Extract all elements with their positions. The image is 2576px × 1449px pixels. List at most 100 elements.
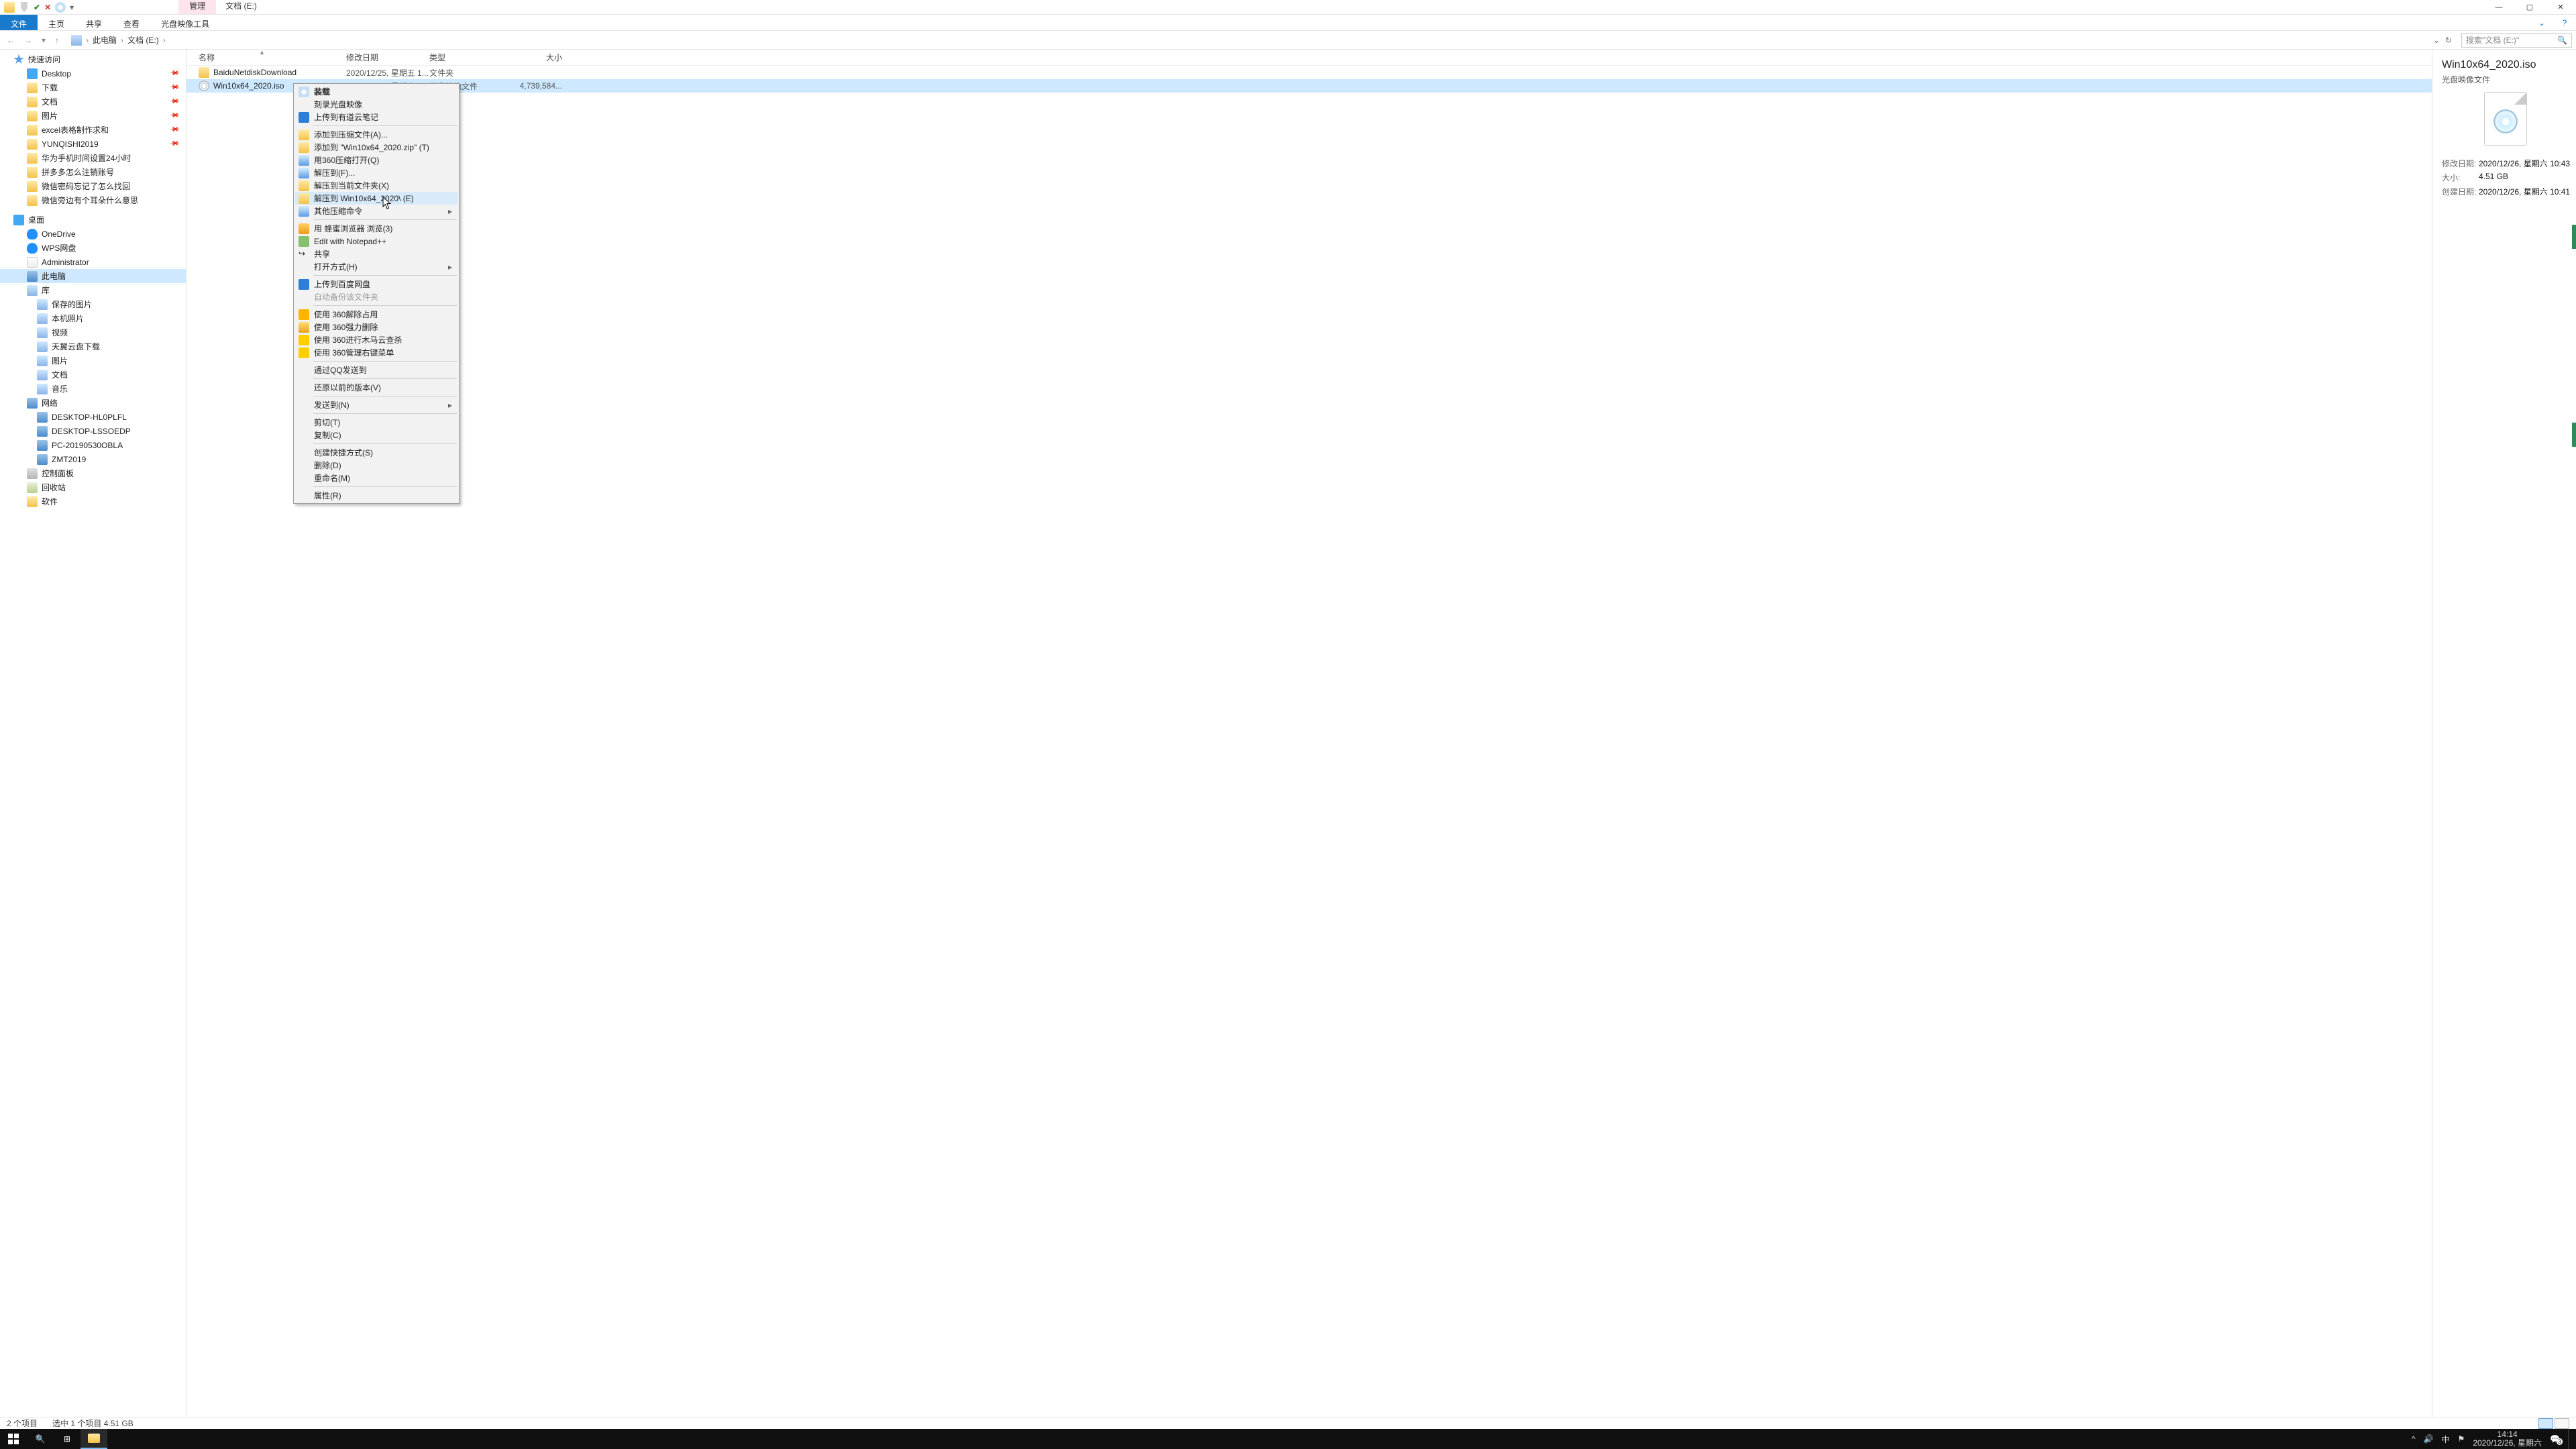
column-size[interactable]: 大小 bbox=[499, 52, 562, 63]
tree-lib-item[interactable]: 视频 bbox=[0, 325, 186, 339]
start-button[interactable] bbox=[0, 1429, 27, 1449]
column-type[interactable]: 类型 bbox=[429, 52, 499, 63]
column-date[interactable]: 修改日期 bbox=[346, 52, 429, 63]
ctx-share[interactable]: ↪共享 bbox=[295, 248, 458, 260]
file-row[interactable]: BaiduNetdiskDownload 2020/12/25, 星期五 1..… bbox=[186, 66, 2432, 79]
close-button[interactable]: ✕ bbox=[2545, 0, 2576, 14]
ctx-notepad-plus-plus[interactable]: Edit with Notepad++ bbox=[295, 235, 458, 248]
tree-net-item[interactable]: ZMT2019 bbox=[0, 452, 186, 466]
refresh-icon[interactable]: ↻ bbox=[2445, 36, 2452, 45]
tray-volume-icon[interactable]: 🔊 bbox=[2424, 1434, 2434, 1444]
ctx-properties[interactable]: 属性(R) bbox=[295, 489, 458, 502]
tray-notifications-icon[interactable]: 💬3 bbox=[2550, 1434, 2560, 1444]
tray-security-icon[interactable]: ⚑ bbox=[2458, 1434, 2465, 1444]
tree-lib-item[interactable]: 天翼云盘下载 bbox=[0, 339, 186, 354]
ctx-restore-versions[interactable]: 还原以前的版本(V) bbox=[295, 381, 458, 394]
tree-quick-item[interactable]: 拼多多怎么注销账号 bbox=[0, 165, 186, 179]
tree-software[interactable]: 软件 bbox=[0, 494, 186, 508]
maximize-button[interactable]: ▢ bbox=[2514, 0, 2545, 14]
tree-lib-item[interactable]: 本机照片 bbox=[0, 311, 186, 325]
ctx-delete[interactable]: 删除(D) bbox=[295, 459, 458, 472]
ctx-baidu-upload[interactable]: 上传到百度网盘 bbox=[295, 278, 458, 290]
nav-forward-icon[interactable]: → bbox=[21, 36, 35, 45]
ctx-360-menu[interactable]: 使用 360管理右键菜单 bbox=[295, 346, 458, 359]
tree-admin[interactable]: Administrator bbox=[0, 255, 186, 269]
column-headers[interactable]: ▲ 名称 修改日期 类型 大小 bbox=[186, 50, 2432, 66]
breadcrumb-this-pc[interactable]: 此电脑› bbox=[93, 34, 123, 46]
tree-lib-item[interactable]: 图片 bbox=[0, 354, 186, 368]
tree-net-item[interactable]: PC-20190530OBLA bbox=[0, 438, 186, 452]
search-icon[interactable]: 🔍 bbox=[2557, 36, 2567, 45]
ctx-add-archive[interactable]: 添加到压缩文件(A)... bbox=[295, 128, 458, 141]
view-icons-button[interactable] bbox=[2555, 1418, 2569, 1429]
taskbar-explorer-button[interactable] bbox=[80, 1429, 107, 1449]
ctx-other-zip[interactable]: 其他压缩命令▸ bbox=[295, 205, 458, 217]
tree-recycle-bin[interactable]: 回收站 bbox=[0, 480, 186, 494]
ctx-rename[interactable]: 重命名(M) bbox=[295, 472, 458, 484]
ctx-bee-browser[interactable]: 用 蜂蜜浏览器 浏览(3) bbox=[295, 222, 458, 235]
minimize-button[interactable]: — bbox=[2483, 0, 2514, 14]
tray-overflow-icon[interactable]: ^ bbox=[2412, 1434, 2416, 1444]
ctx-cut[interactable]: 剪切(T) bbox=[295, 416, 458, 429]
ribbon-expand-icon[interactable]: ⌄ bbox=[2530, 15, 2553, 30]
nav-back-icon[interactable]: ← bbox=[4, 36, 17, 45]
tree-quick-item[interactable]: 微信密码忘记了怎么找回 bbox=[0, 179, 186, 193]
ctx-open-with[interactable]: 打开方式(H)▸ bbox=[295, 260, 458, 273]
address-dropdown-icon[interactable]: ⌄ bbox=[2433, 36, 2440, 45]
nav-history-icon[interactable]: ▾ bbox=[39, 36, 48, 45]
tree-quick-item[interactable]: 下载📌 bbox=[0, 80, 186, 95]
tree-this-pc[interactable]: 此电脑 bbox=[0, 269, 186, 283]
qat-close-icon[interactable]: ✕ bbox=[44, 3, 51, 12]
ctx-extract-here[interactable]: 解压到当前文件夹(X) bbox=[295, 179, 458, 192]
tray-ime-indicator[interactable]: 中 bbox=[2442, 1434, 2450, 1445]
tree-quick-item[interactable]: 文档📌 bbox=[0, 95, 186, 109]
ctx-open-360zip[interactable]: 用360压缩打开(Q) bbox=[295, 154, 458, 166]
tray-clock[interactable]: 14:14 2020/12/26, 星期六 bbox=[2473, 1430, 2542, 1448]
nav-up-icon[interactable]: ↑ bbox=[52, 36, 62, 45]
ribbon-tab-file[interactable]: 文件 bbox=[0, 15, 38, 30]
show-desktop-button[interactable] bbox=[2568, 1429, 2572, 1449]
ctx-create-shortcut[interactable]: 创建快捷方式(S) bbox=[295, 446, 458, 459]
breadcrumb-chevron-icon[interactable]: › bbox=[86, 36, 89, 45]
ctx-mount[interactable]: 装载 bbox=[295, 85, 458, 98]
address-bar[interactable]: › 此电脑› 文档 (E:)› ⌄ ↻ bbox=[67, 33, 2456, 48]
tree-quick-item[interactable]: 华为手机时间设置24小时 bbox=[0, 151, 186, 165]
tree-lib-item[interactable]: 音乐 bbox=[0, 382, 186, 396]
tree-net-item[interactable]: DESKTOP-HL0PLFL bbox=[0, 410, 186, 424]
tree-libraries[interactable]: 库 bbox=[0, 283, 186, 297]
ribbon-help-icon[interactable]: ? bbox=[2553, 15, 2576, 30]
ribbon-tab-disc-tools[interactable]: 光盘映像工具 bbox=[150, 15, 220, 30]
tree-quick-item[interactable]: 图片📌 bbox=[0, 109, 186, 123]
ctx-360-unlock[interactable]: 使用 360解除占用 bbox=[295, 308, 458, 321]
qat-new-folder-icon[interactable] bbox=[55, 2, 66, 13]
tree-desktop[interactable]: 桌面 bbox=[0, 213, 186, 227]
search-box[interactable]: 搜索"文档 (E:)" 🔍 bbox=[2461, 33, 2572, 48]
ctx-add-zip[interactable]: 添加到 "Win10x64_2020.zip" (T) bbox=[295, 141, 458, 154]
tree-lib-item[interactable]: 保存的图片 bbox=[0, 297, 186, 311]
qat-pin-icon[interactable] bbox=[19, 2, 30, 13]
ctx-burn[interactable]: 刻录光盘映像 bbox=[295, 98, 458, 111]
tree-quick-item[interactable]: YUNQISHI2019📌 bbox=[0, 137, 186, 151]
tree-net-item[interactable]: DESKTOP-LSSOEDP bbox=[0, 424, 186, 438]
ctx-extract-to[interactable]: 解压到(F)... bbox=[295, 166, 458, 179]
tree-quick-item[interactable]: excel表格制作求和📌 bbox=[0, 123, 186, 137]
tree-lib-item[interactable]: 文档 bbox=[0, 368, 186, 382]
tree-quick-access[interactable]: 快速访问 bbox=[0, 52, 186, 66]
tree-onedrive[interactable]: OneDrive bbox=[0, 227, 186, 241]
ctx-qq-send[interactable]: 通过QQ发送到 bbox=[295, 364, 458, 376]
column-name[interactable]: 名称 bbox=[199, 52, 346, 63]
ctx-send-to[interactable]: 发送到(N)▸ bbox=[295, 398, 458, 411]
nav-tree[interactable]: 快速访问 Desktop📌 下载📌 文档📌 图片📌 excel表格制作求和📌 Y… bbox=[0, 50, 186, 1417]
tree-wps[interactable]: WPS网盘 bbox=[0, 241, 186, 255]
ctx-extract-named[interactable]: 解压到 Win10x64_2020\ (E) bbox=[295, 192, 458, 205]
ctx-360-scan[interactable]: 使用 360进行木马云查杀 bbox=[295, 333, 458, 346]
qat-dropdown-icon[interactable]: ▾ bbox=[70, 3, 74, 12]
view-details-button[interactable] bbox=[2538, 1418, 2553, 1429]
breadcrumb-drive[interactable]: 文档 (E:)› bbox=[127, 34, 166, 46]
qat-check-icon[interactable]: ✔ bbox=[34, 3, 40, 12]
ribbon-tab-view[interactable]: 查看 bbox=[113, 15, 150, 30]
ribbon-tab-home[interactable]: 主页 bbox=[38, 15, 75, 30]
title-tab-manage[interactable]: 管理 bbox=[178, 0, 216, 14]
taskbar-taskview-button[interactable]: ⊞ bbox=[54, 1429, 80, 1449]
ctx-360-delete[interactable]: 使用 360强力删除 bbox=[295, 321, 458, 333]
